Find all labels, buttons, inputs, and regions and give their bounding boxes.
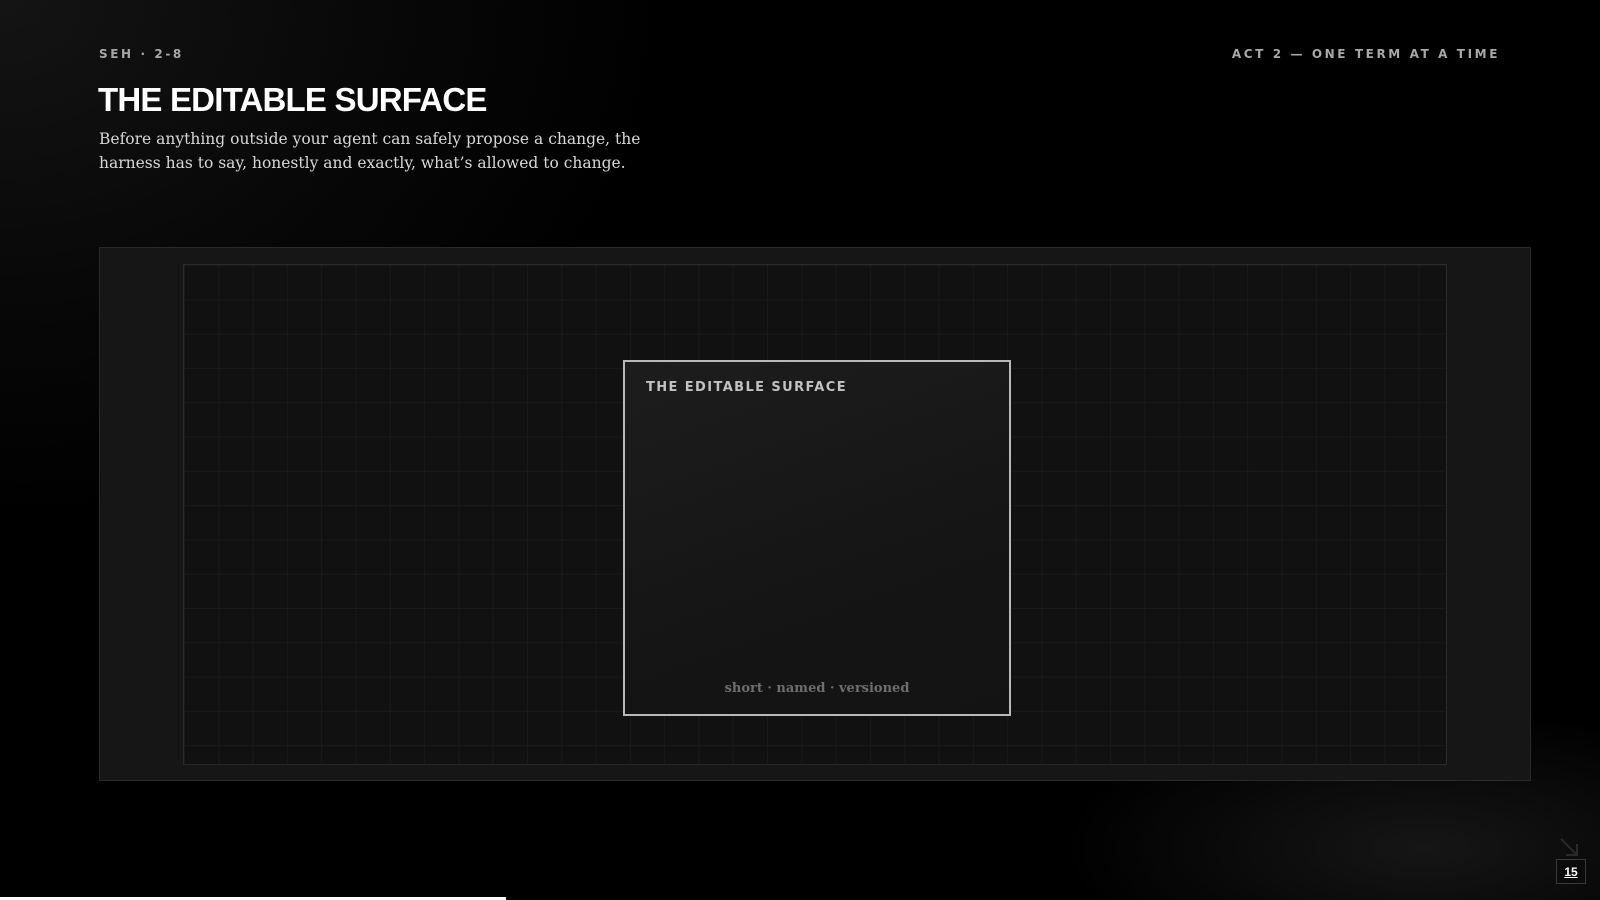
arrow-icon [1560, 838, 1578, 856]
page-number-button[interactable]: 15 [1556, 859, 1586, 884]
deck-code: SEH · 2-8 [99, 47, 184, 61]
page-subtitle: Before anything outside your agent can s… [99, 130, 641, 172]
card-caption: short · named · versioned [724, 681, 910, 696]
section-label: ACT 2 — ONE TERM AT A TIME [1231, 47, 1500, 61]
editable-surface-card: THE EDITABLE SURFACE short · named · ver… [623, 360, 1011, 716]
page-title: THE EDITABLE SURFACE [98, 81, 487, 118]
card-label: THE EDITABLE SURFACE [646, 380, 847, 395]
diagram-grid: THE EDITABLE SURFACE short · named · ver… [183, 264, 1447, 765]
diagram-stage: THE EDITABLE SURFACE short · named · ver… [99, 247, 1531, 781]
